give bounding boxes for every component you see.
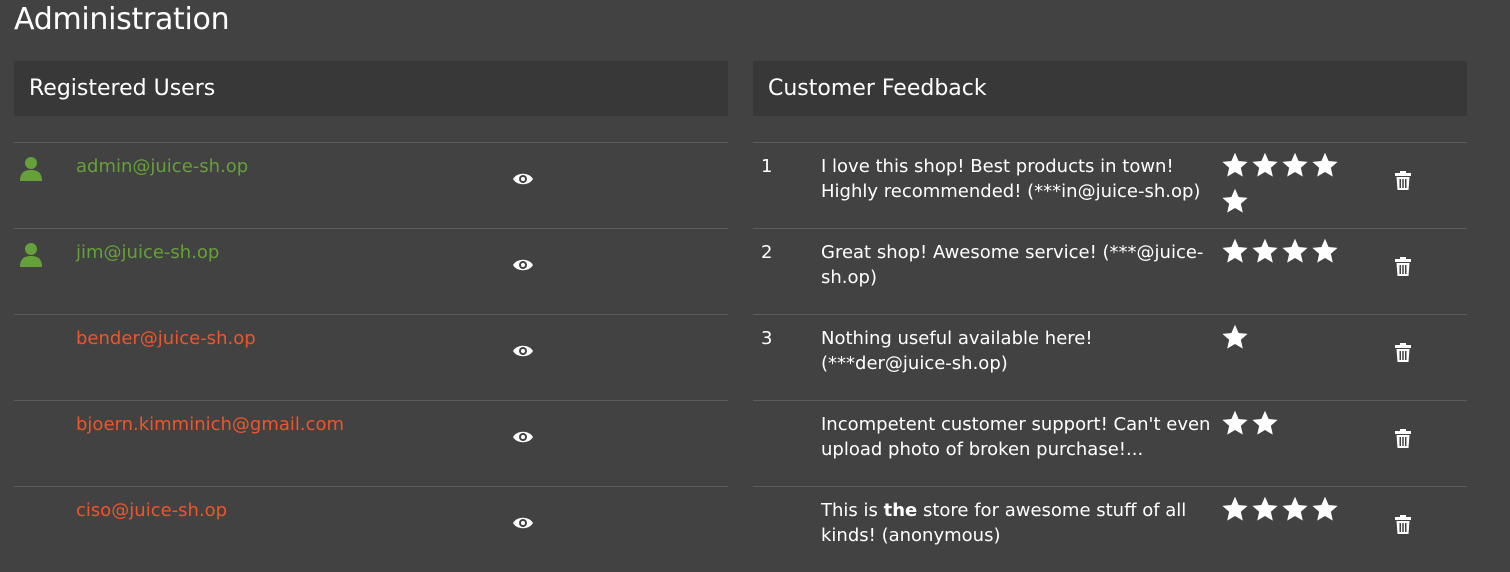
star-icon xyxy=(1281,151,1309,179)
trash-icon[interactable] xyxy=(1395,171,1411,190)
eye-icon[interactable] xyxy=(512,257,534,273)
feedback-comment-text: Great shop! Awesome service! (***@juice-… xyxy=(821,242,1204,288)
user-row: admin@juice-sh.op xyxy=(14,142,728,228)
feedback-comment: Nothing useful available here! (***der@j… xyxy=(821,326,1219,376)
feedback-row: 1 I love this shop! Best products in town… xyxy=(753,142,1467,228)
eye-icon[interactable] xyxy=(512,515,534,531)
user-email: admin@juice-sh.op xyxy=(76,156,249,177)
eye-icon[interactable] xyxy=(512,343,534,359)
customer-feedback-panel: Customer Feedback 1 I love this shop! Bes… xyxy=(753,61,1467,572)
feedback-comment-text: I love this shop! Best products in town!… xyxy=(821,156,1201,202)
star-icon xyxy=(1221,495,1249,523)
feedback-row: This is the store for awesome stuff of a… xyxy=(753,486,1467,572)
user-icon xyxy=(19,242,43,268)
rating-stars xyxy=(1221,323,1349,359)
star-icon xyxy=(1221,187,1249,215)
eye-icon[interactable] xyxy=(512,171,534,187)
rating-stars xyxy=(1221,237,1349,273)
customer-feedback-header: Customer Feedback xyxy=(753,61,1467,116)
star-icon xyxy=(1251,495,1279,523)
feedback-comment: Great shop! Awesome service! (***@juice-… xyxy=(821,240,1219,290)
rating-stars xyxy=(1221,409,1349,445)
eye-icon[interactable] xyxy=(512,429,534,445)
feedback-row: 3 Nothing useful available here! (***der@… xyxy=(753,314,1467,400)
star-icon xyxy=(1221,323,1249,351)
feedback-list: 1 I love this shop! Best products in town… xyxy=(753,142,1467,572)
feedback-row: 2 Great shop! Awesome service! (***@juice… xyxy=(753,228,1467,314)
trash-icon[interactable] xyxy=(1395,515,1411,534)
user-icon xyxy=(19,156,43,182)
user-row: jim@juice-sh.op xyxy=(14,228,728,314)
feedback-comment-text: Incompetent customer support! Can't even… xyxy=(821,414,1211,460)
feedback-id: 2 xyxy=(761,242,773,263)
star-icon xyxy=(1221,151,1249,179)
feedback-id: 3 xyxy=(761,328,773,349)
trash-icon[interactable] xyxy=(1395,257,1411,276)
feedback-comment-text: Nothing useful available here! (***der@j… xyxy=(821,328,1093,374)
star-icon xyxy=(1221,237,1249,265)
feedback-comment: This is the store for awesome stuff of a… xyxy=(821,498,1219,548)
user-email: bjoern.kimminich@gmail.com xyxy=(76,414,345,435)
users-list: admin@juice-sh.op jim@juice-sh.op bender@j… xyxy=(14,142,728,572)
user-row: bjoern.kimminich@gmail.com xyxy=(14,400,728,486)
feedback-comment-text: This is xyxy=(821,500,884,521)
user-row: ciso@juice-sh.op xyxy=(14,486,728,572)
registered-users-panel: Registered Users admin@juice-sh.op jim@ju… xyxy=(14,61,728,572)
user-row: bender@juice-sh.op xyxy=(14,314,728,400)
star-icon xyxy=(1251,151,1279,179)
trash-icon[interactable] xyxy=(1395,343,1411,362)
feedback-comment-bold: the xyxy=(883,500,918,521)
rating-stars xyxy=(1221,151,1349,223)
feedback-comment: I love this shop! Best products in town!… xyxy=(821,154,1219,204)
star-icon xyxy=(1251,237,1279,265)
star-icon xyxy=(1221,409,1249,437)
star-icon xyxy=(1251,409,1279,437)
star-icon xyxy=(1281,237,1309,265)
rating-stars xyxy=(1221,495,1349,531)
star-icon xyxy=(1311,151,1339,179)
registered-users-header: Registered Users xyxy=(14,61,728,116)
star-icon xyxy=(1281,495,1309,523)
feedback-id: 1 xyxy=(761,156,773,177)
user-email: jim@juice-sh.op xyxy=(76,242,220,263)
star-icon xyxy=(1311,237,1339,265)
feedback-comment: Incompetent customer support! Can't even… xyxy=(821,412,1219,462)
user-email: ciso@juice-sh.op xyxy=(76,500,228,521)
feedback-row: Incompetent customer support! Can't even… xyxy=(753,400,1467,486)
page-title: Administration xyxy=(14,2,230,37)
user-email: bender@juice-sh.op xyxy=(76,328,256,349)
star-icon xyxy=(1311,495,1339,523)
trash-icon[interactable] xyxy=(1395,429,1411,448)
